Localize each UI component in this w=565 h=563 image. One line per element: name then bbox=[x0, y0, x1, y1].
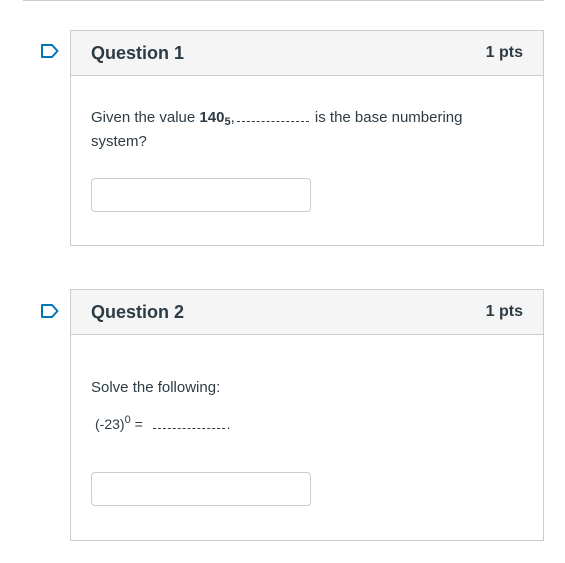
question-1-value: 1405 bbox=[199, 109, 230, 128]
flag-question-1-icon[interactable] bbox=[41, 44, 59, 58]
question-2-title: Question 2 bbox=[91, 301, 185, 322]
question-2-expr-equals: = bbox=[130, 416, 143, 432]
question-1-text-prefix: Given the value bbox=[91, 109, 200, 126]
question-1-text-line2: system? bbox=[91, 133, 147, 150]
question-1-title: Question 1 bbox=[91, 42, 185, 63]
question-1-value-number: 140 bbox=[199, 109, 225, 126]
question-1-text-comma: , bbox=[230, 109, 235, 126]
question-1-text: Given the value 1405, is the base number… bbox=[91, 106, 511, 154]
question-2-instruction: Solve the following: bbox=[91, 379, 221, 396]
question-2-expr-end: . bbox=[226, 416, 231, 432]
top-divider bbox=[23, 0, 544, 1]
question-1-answer-input[interactable] bbox=[91, 178, 311, 212]
question-1-card: Question 1 1 pts Given the value 1405, i… bbox=[70, 30, 544, 246]
question-2-expr-base: (-23) bbox=[95, 416, 125, 432]
question-2-blank bbox=[152, 427, 225, 429]
question-1-text-suffix: is the base numbering bbox=[314, 109, 463, 126]
question-2-answer-input[interactable] bbox=[91, 472, 311, 506]
question-2-header: Question 2 1 pts bbox=[71, 290, 543, 335]
flag-question-2-icon[interactable] bbox=[41, 304, 59, 318]
question-1-header: Question 1 1 pts bbox=[71, 31, 543, 76]
question-1-points: 1 pts bbox=[485, 44, 523, 61]
question-2-points: 1 pts bbox=[485, 303, 523, 320]
question-1-blank bbox=[236, 120, 309, 122]
question-2-card: Question 2 1 pts Solve the following: (-… bbox=[70, 289, 544, 541]
question-2-expression: (-23)0 = . bbox=[95, 412, 231, 436]
